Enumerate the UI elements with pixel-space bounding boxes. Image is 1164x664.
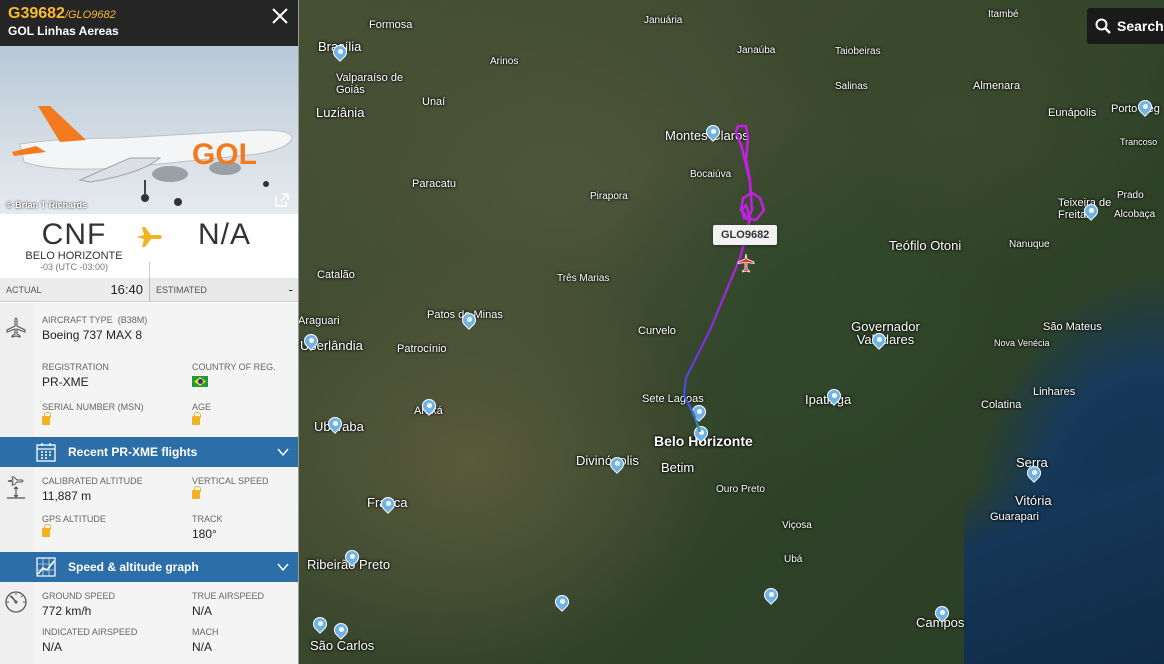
true-airspeed-value: N/A xyxy=(192,604,213,618)
mach-field: MACH N/A xyxy=(192,627,219,654)
serial-field: SERIAL NUMBER (MSN) xyxy=(42,402,144,427)
external-link-icon[interactable] xyxy=(274,192,290,208)
recent-flights-label: Recent PR-XME flights xyxy=(68,445,198,459)
vertical-speed-field: VERTICAL SPEED xyxy=(192,476,269,501)
country-field: COUNTRY OF REG. xyxy=(192,362,276,389)
actual-time-cell: ACTUAL 16:40 xyxy=(0,278,150,301)
aircraft-type-code: (B38M) xyxy=(117,315,148,325)
speed-altitude-graph-bar[interactable]: Speed & altitude graph xyxy=(0,552,298,582)
registration-label: REGISTRATION xyxy=(42,362,109,372)
speed-section: GROUND SPEED 772 km/h TRUE AIRSPEED N/A … xyxy=(0,582,298,664)
aircraft-photo[interactable]: GOL © Brian T Richards xyxy=(0,46,298,214)
gps-altitude-label: GPS ALTITUDE xyxy=(42,514,106,524)
aircraft-section-icon-column xyxy=(0,303,34,437)
true-airspeed-field: TRUE AIRSPEED N/A xyxy=(192,591,264,618)
origin-timezone: -03 (UTC -03:00) xyxy=(39,262,109,272)
callsign-alt: /GLO9682 xyxy=(64,9,116,21)
age-label: AGE xyxy=(192,402,212,412)
aircraft-section: AIRCRAFT TYPE (B38M) Boeing 737 MAX 8 RE… xyxy=(0,303,298,437)
origin[interactable]: CNF BELO HORIZONTE -03 (UTC -03:00) xyxy=(0,218,148,272)
ground-speed-field: GROUND SPEED 772 km/h xyxy=(42,591,115,618)
track-value: 180° xyxy=(192,527,217,541)
calibrated-altitude-field: CALIBRATED ALTITUDE 11,887 m xyxy=(42,476,143,503)
ground-speed-label: GROUND SPEED xyxy=(42,591,116,601)
aircraft-image: GOL xyxy=(12,106,293,206)
chevron-down-icon xyxy=(277,563,289,572)
country-label: COUNTRY OF REG. xyxy=(192,362,276,372)
aircraft-type-value: Boeing 737 MAX 8 xyxy=(42,328,143,342)
estimated-time-cell: ESTIMATED - xyxy=(150,278,298,301)
aircraft-type-field: AIRCRAFT TYPE (B38M) Boeing 737 MAX 8 xyxy=(42,315,292,342)
close-icon[interactable] xyxy=(270,6,290,26)
ground-speed-value: 772 km/h xyxy=(42,604,92,618)
lock-icon[interactable] xyxy=(42,412,51,425)
airplane-icon xyxy=(131,219,167,255)
gps-altitude-field: GPS ALTITUDE xyxy=(42,514,106,539)
graph-icon xyxy=(36,557,56,577)
registration-value: PR-XME xyxy=(42,375,89,389)
times-row: ACTUAL 16:40 ESTIMATED - xyxy=(0,278,298,302)
lock-icon[interactable] xyxy=(192,486,201,499)
track-label: TRACK xyxy=(192,514,223,524)
destination-code: N/A xyxy=(197,218,251,251)
indicated-airspeed-label: INDICATED AIRSPEED xyxy=(42,627,138,637)
mach-value: N/A xyxy=(192,640,213,654)
altitude-icon xyxy=(7,476,25,499)
lock-icon[interactable] xyxy=(42,524,51,537)
lock-icon[interactable] xyxy=(192,412,201,425)
registration-field: REGISTRATION PR-XME xyxy=(42,362,109,389)
panel-header: G39682/GLO9682 GOL Linhas Aereas xyxy=(0,0,298,46)
actual-label: ACTUAL xyxy=(6,284,42,295)
vertical-speed-label: VERTICAL SPEED xyxy=(192,476,269,486)
destination[interactable]: N/A xyxy=(150,218,298,252)
mach-label: MACH xyxy=(192,627,219,637)
chevron-down-icon xyxy=(277,448,289,457)
search-button[interactable]: Search xyxy=(1087,8,1164,44)
callsign: G39682 xyxy=(8,5,65,22)
flight-info-panel: G39682/GLO9682 GOL Linhas Aereas GOL © B… xyxy=(0,0,299,664)
aircraft-icon xyxy=(6,317,26,338)
calibrated-altitude-value: 11,887 m xyxy=(42,489,92,503)
calibrated-altitude-label: CALIBRATED ALTITUDE xyxy=(42,476,143,486)
track-field: TRACK 180° xyxy=(192,514,223,541)
age-field: AGE xyxy=(192,402,211,427)
aircraft-marker-icon[interactable] xyxy=(736,253,756,273)
airline-name: GOL Linhas Aereas xyxy=(8,24,119,38)
speed-section-icon-column xyxy=(0,582,34,664)
indicated-airspeed-value: N/A xyxy=(42,640,63,654)
brazil-flag-icon xyxy=(192,376,208,387)
true-airspeed-label: TRUE AIRSPEED xyxy=(192,591,265,601)
speedometer-icon xyxy=(5,591,27,613)
photo-credit: © Brian T Richards xyxy=(6,200,88,210)
recent-flights-bar[interactable]: Recent PR-XME flights xyxy=(0,437,298,467)
altitude-section-icon-column xyxy=(0,467,34,552)
altitude-section: CALIBRATED ALTITUDE 11,887 m VERTICAL SP… xyxy=(0,467,298,552)
estimated-label: ESTIMATED xyxy=(156,284,207,295)
estimated-time: - xyxy=(288,282,293,297)
serial-label: SERIAL NUMBER (MSN) xyxy=(42,402,144,412)
gol-logo: GOL xyxy=(192,138,257,171)
aircraft-type-label: AIRCRAFT TYPE xyxy=(42,315,113,325)
origin-city: BELO HORIZONTE xyxy=(25,250,123,262)
indicated-airspeed-field: INDICATED AIRSPEED N/A xyxy=(42,627,137,654)
search-icon xyxy=(1095,18,1111,34)
flight-map-label[interactable]: GLO9682 xyxy=(713,225,778,245)
search-label: Search xyxy=(1117,18,1164,34)
origin-code: CNF xyxy=(41,218,107,251)
actual-time: 16:40 xyxy=(110,282,143,297)
calendar-icon xyxy=(36,443,56,462)
speed-altitude-graph-label: Speed & altitude graph xyxy=(68,560,199,574)
